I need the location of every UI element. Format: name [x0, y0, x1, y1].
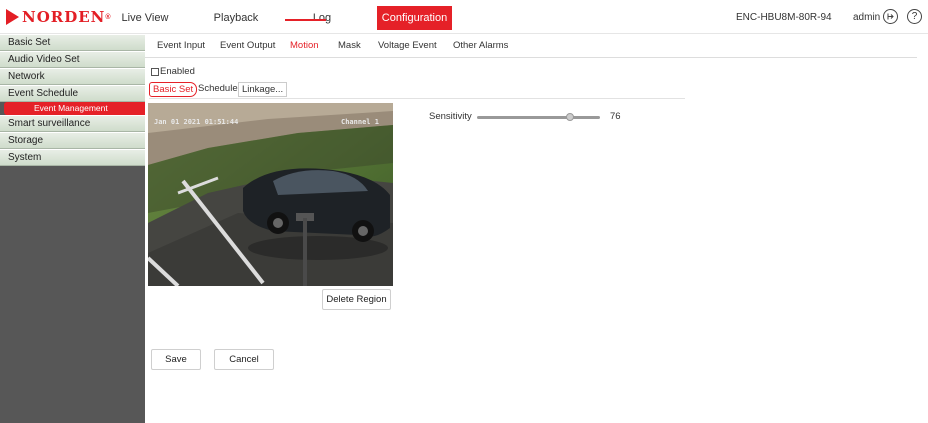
sidebar-item-event-management[interactable]: Event Management: [4, 102, 145, 115]
tab-voltage-event[interactable]: Voltage Event: [378, 40, 437, 51]
logo-text: NORDEN: [22, 8, 106, 26]
delete-region-button[interactable]: Delete Region: [322, 289, 391, 310]
top-bar: NORDEN ® Live View Playback Log Configura…: [0, 0, 928, 34]
nav-live-view[interactable]: Live View: [121, 6, 169, 30]
sidebar-item-system[interactable]: System: [0, 149, 145, 166]
sensitivity-slider-thumb[interactable]: [566, 113, 575, 121]
tab-event-input[interactable]: Event Input: [157, 40, 205, 51]
tab-motion[interactable]: Motion: [290, 40, 319, 51]
enabled-label: Enabled: [160, 66, 195, 77]
sidebar-item-event-schedule[interactable]: Event Schedule: [0, 85, 145, 102]
tab-schedule[interactable]: Schedule: [195, 82, 241, 97]
cancel-button[interactable]: Cancel: [214, 349, 274, 370]
logo-arrow-icon: [6, 9, 19, 25]
tab-mask[interactable]: Mask: [338, 40, 361, 51]
nav-configuration[interactable]: Configuration: [377, 6, 452, 30]
sensitivity-value: 76: [610, 111, 621, 122]
nav-log[interactable]: Log: [310, 6, 334, 30]
sidebar: Basic Set Audio Video Set Network Event …: [0, 34, 145, 423]
active-tab-indicator: [285, 19, 326, 21]
sidebar-item-network[interactable]: Network: [0, 68, 145, 85]
sensitivity-label: Sensitivity: [429, 111, 472, 122]
motion-inner-tabs: Basic Set Schedule Linkage...: [149, 82, 685, 99]
device-name: ENC-HBU8M-80R-94: [736, 12, 832, 23]
sidebar-item-audio-video-set[interactable]: Audio Video Set: [0, 51, 145, 68]
sidebar-item-basic-set[interactable]: Basic Set: [0, 34, 145, 51]
tab-other-alarms[interactable]: Other Alarms: [453, 40, 508, 51]
logout-icon[interactable]: [883, 9, 898, 24]
user-name[interactable]: admin: [853, 12, 880, 23]
video-timestamp: Jan 01 2021 01:51:44: [154, 118, 239, 126]
video-preview[interactable]: Jan 01 2021 01:51:44 Channel 1: [148, 103, 393, 286]
sidebar-item-storage[interactable]: Storage: [0, 132, 145, 149]
tab-event-output[interactable]: Event Output: [220, 40, 275, 51]
event-subtabs: Event Input Event Output Motion Mask Vol…: [145, 36, 917, 58]
tab-linkage[interactable]: Linkage...: [238, 82, 288, 97]
camera-scene-image: [148, 103, 393, 286]
tab-basic-set[interactable]: Basic Set: [149, 82, 198, 97]
help-icon[interactable]: ?: [907, 9, 922, 24]
norden-logo: NORDEN ®: [6, 8, 111, 26]
sensitivity-slider[interactable]: [477, 116, 600, 119]
enabled-option[interactable]: Enabled: [151, 66, 195, 77]
enabled-checkbox[interactable]: [151, 67, 159, 76]
nav-playback[interactable]: Playback: [208, 6, 264, 30]
video-channel-label: Channel 1: [341, 118, 379, 126]
sidebar-item-smart-surveillance[interactable]: Smart surveillance: [0, 115, 145, 132]
logo-registered-mark: ®: [105, 13, 111, 21]
save-button[interactable]: Save: [151, 349, 201, 370]
